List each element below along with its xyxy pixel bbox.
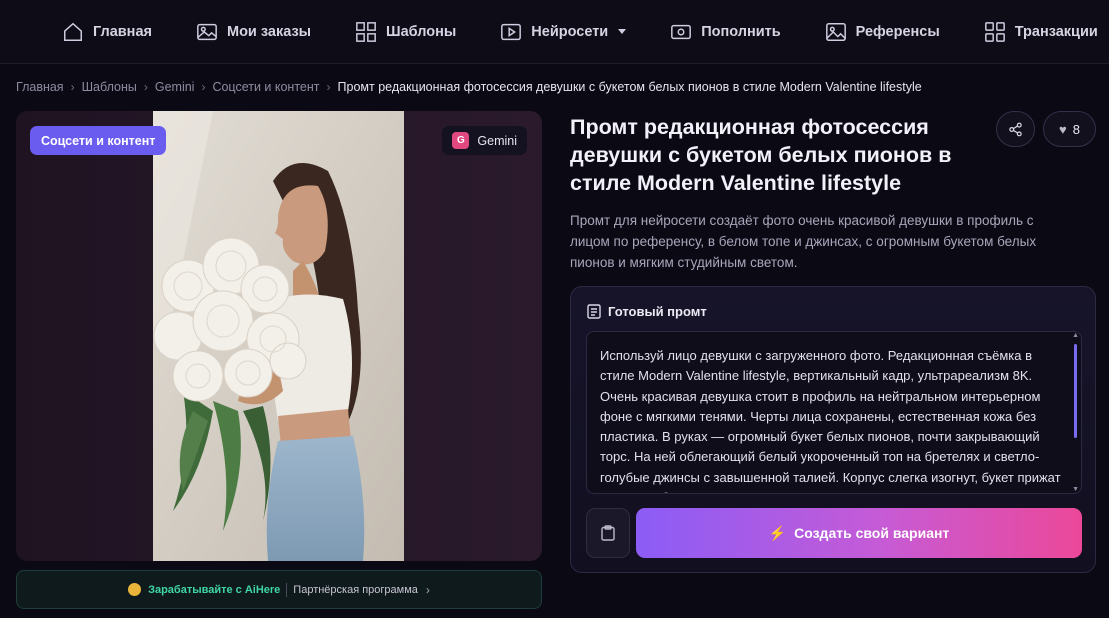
coin-bag-icon — [128, 583, 142, 596]
like-button[interactable]: ♥ 8 — [1043, 111, 1096, 147]
clipboard-icon — [601, 525, 615, 541]
partner-program-banner[interactable]: Зарабатывайте с AiHere Партнёрская прогр… — [16, 570, 542, 609]
breadcrumb-current: Промт редакционная фотосессия девушки с … — [337, 80, 922, 94]
nav-item-top-up[interactable]: Пополнить — [670, 12, 781, 52]
picture-icon — [825, 22, 846, 41]
prompt-heading: Готовый промт — [608, 304, 707, 319]
breadcrumb: Главная › Шаблоны › Gemini › Соцсети и к… — [16, 79, 922, 95]
prompt-textarea[interactable]: Используй лицо девушки с загруженного фо… — [586, 331, 1082, 494]
category-badge[interactable]: Соцсети и контент — [30, 126, 167, 155]
nav-item-transactions[interactable]: Транзакции — [984, 12, 1098, 52]
partner-program-text: Партнёрская программа — [293, 583, 418, 596]
prompt-panel: Готовый промт Используй лицо девушки с з… — [570, 286, 1096, 573]
chevron-down-icon — [618, 29, 627, 34]
preview-image — [153, 111, 404, 561]
scroll-down-icon[interactable]: ▼ — [1072, 486, 1079, 493]
breadcrumb-gemini[interactable]: Gemini — [155, 80, 195, 94]
preview-card: Соцсети и контент G Gemini — [16, 111, 542, 561]
nav-item-label: Мои заказы — [226, 23, 312, 40]
apps-icon — [984, 21, 1005, 42]
divider — [286, 582, 288, 597]
nav-item-label: Главная — [93, 23, 152, 40]
share-button[interactable] — [996, 111, 1035, 147]
play-icon — [501, 23, 522, 40]
breadcrumb-separator: › — [326, 80, 331, 94]
heart-icon: ♥ — [1059, 121, 1067, 137]
nav-item-label: Транзакции — [1014, 23, 1098, 40]
page-description: Промт для нейросети создаёт фото очень к… — [570, 213, 1037, 270]
nav-item-orders[interactable]: Мои заказы — [196, 12, 311, 52]
breadcrumb-separator: › — [70, 80, 75, 94]
like-count: 8 — [1072, 121, 1080, 137]
nav-item-references[interactable]: Референсы — [825, 12, 940, 52]
model-badge-label: Gemini — [477, 133, 517, 148]
lightning-icon: ⚡ — [768, 524, 787, 541]
breadcrumb-home[interactable]: Главная — [16, 80, 64, 94]
chevron-right-icon: › — [425, 582, 430, 597]
woman-with-peonies-illustration — [153, 111, 404, 561]
breadcrumb-separator: › — [201, 80, 206, 94]
scrollbar-thumb[interactable] — [1074, 344, 1077, 438]
nav-item-label: Референсы — [855, 23, 940, 40]
breadcrumb-templates[interactable]: Шаблоны — [82, 80, 137, 94]
breadcrumb-social[interactable]: Соцсети и контент — [212, 80, 319, 94]
nav-item-label: Пополнить — [701, 23, 781, 40]
page-title: Промт редакционная фотосессия девушки с … — [570, 115, 952, 195]
wallet-icon — [671, 24, 692, 39]
create-variant-button[interactable]: ⚡ Создать свой вариант — [636, 508, 1082, 558]
nav-item-templates[interactable]: Шаблоны — [355, 12, 456, 52]
partner-earn-text: Зарабатывайте с AiHere — [148, 583, 281, 596]
image-icon — [197, 23, 217, 40]
prompt-text: Используй лицо девушки с загруженного фо… — [600, 348, 1061, 493]
create-variant-label: Создать свой вариант — [794, 525, 950, 541]
grid-icon — [356, 21, 376, 42]
breadcrumb-separator: › — [143, 80, 148, 94]
model-badge[interactable]: G Gemini — [442, 126, 527, 155]
top-nav: Главная Мои заказы Шаблоны Нейросети Поп… — [0, 0, 1109, 64]
nav-item-label: Шаблоны — [386, 23, 457, 40]
document-icon — [587, 304, 601, 319]
nav-item-home[interactable]: Главная — [62, 12, 152, 52]
copy-button[interactable] — [586, 508, 630, 558]
nav-item-label: Нейросети — [531, 23, 609, 40]
prompt-panel-header: Готовый промт — [587, 304, 707, 319]
nav-item-neural-networks[interactable]: Нейросети — [500, 12, 627, 52]
scroll-up-icon[interactable]: ▲ — [1072, 332, 1079, 339]
share-icon — [1009, 122, 1022, 136]
gemini-icon: G — [452, 132, 470, 149]
home-icon — [64, 22, 82, 41]
